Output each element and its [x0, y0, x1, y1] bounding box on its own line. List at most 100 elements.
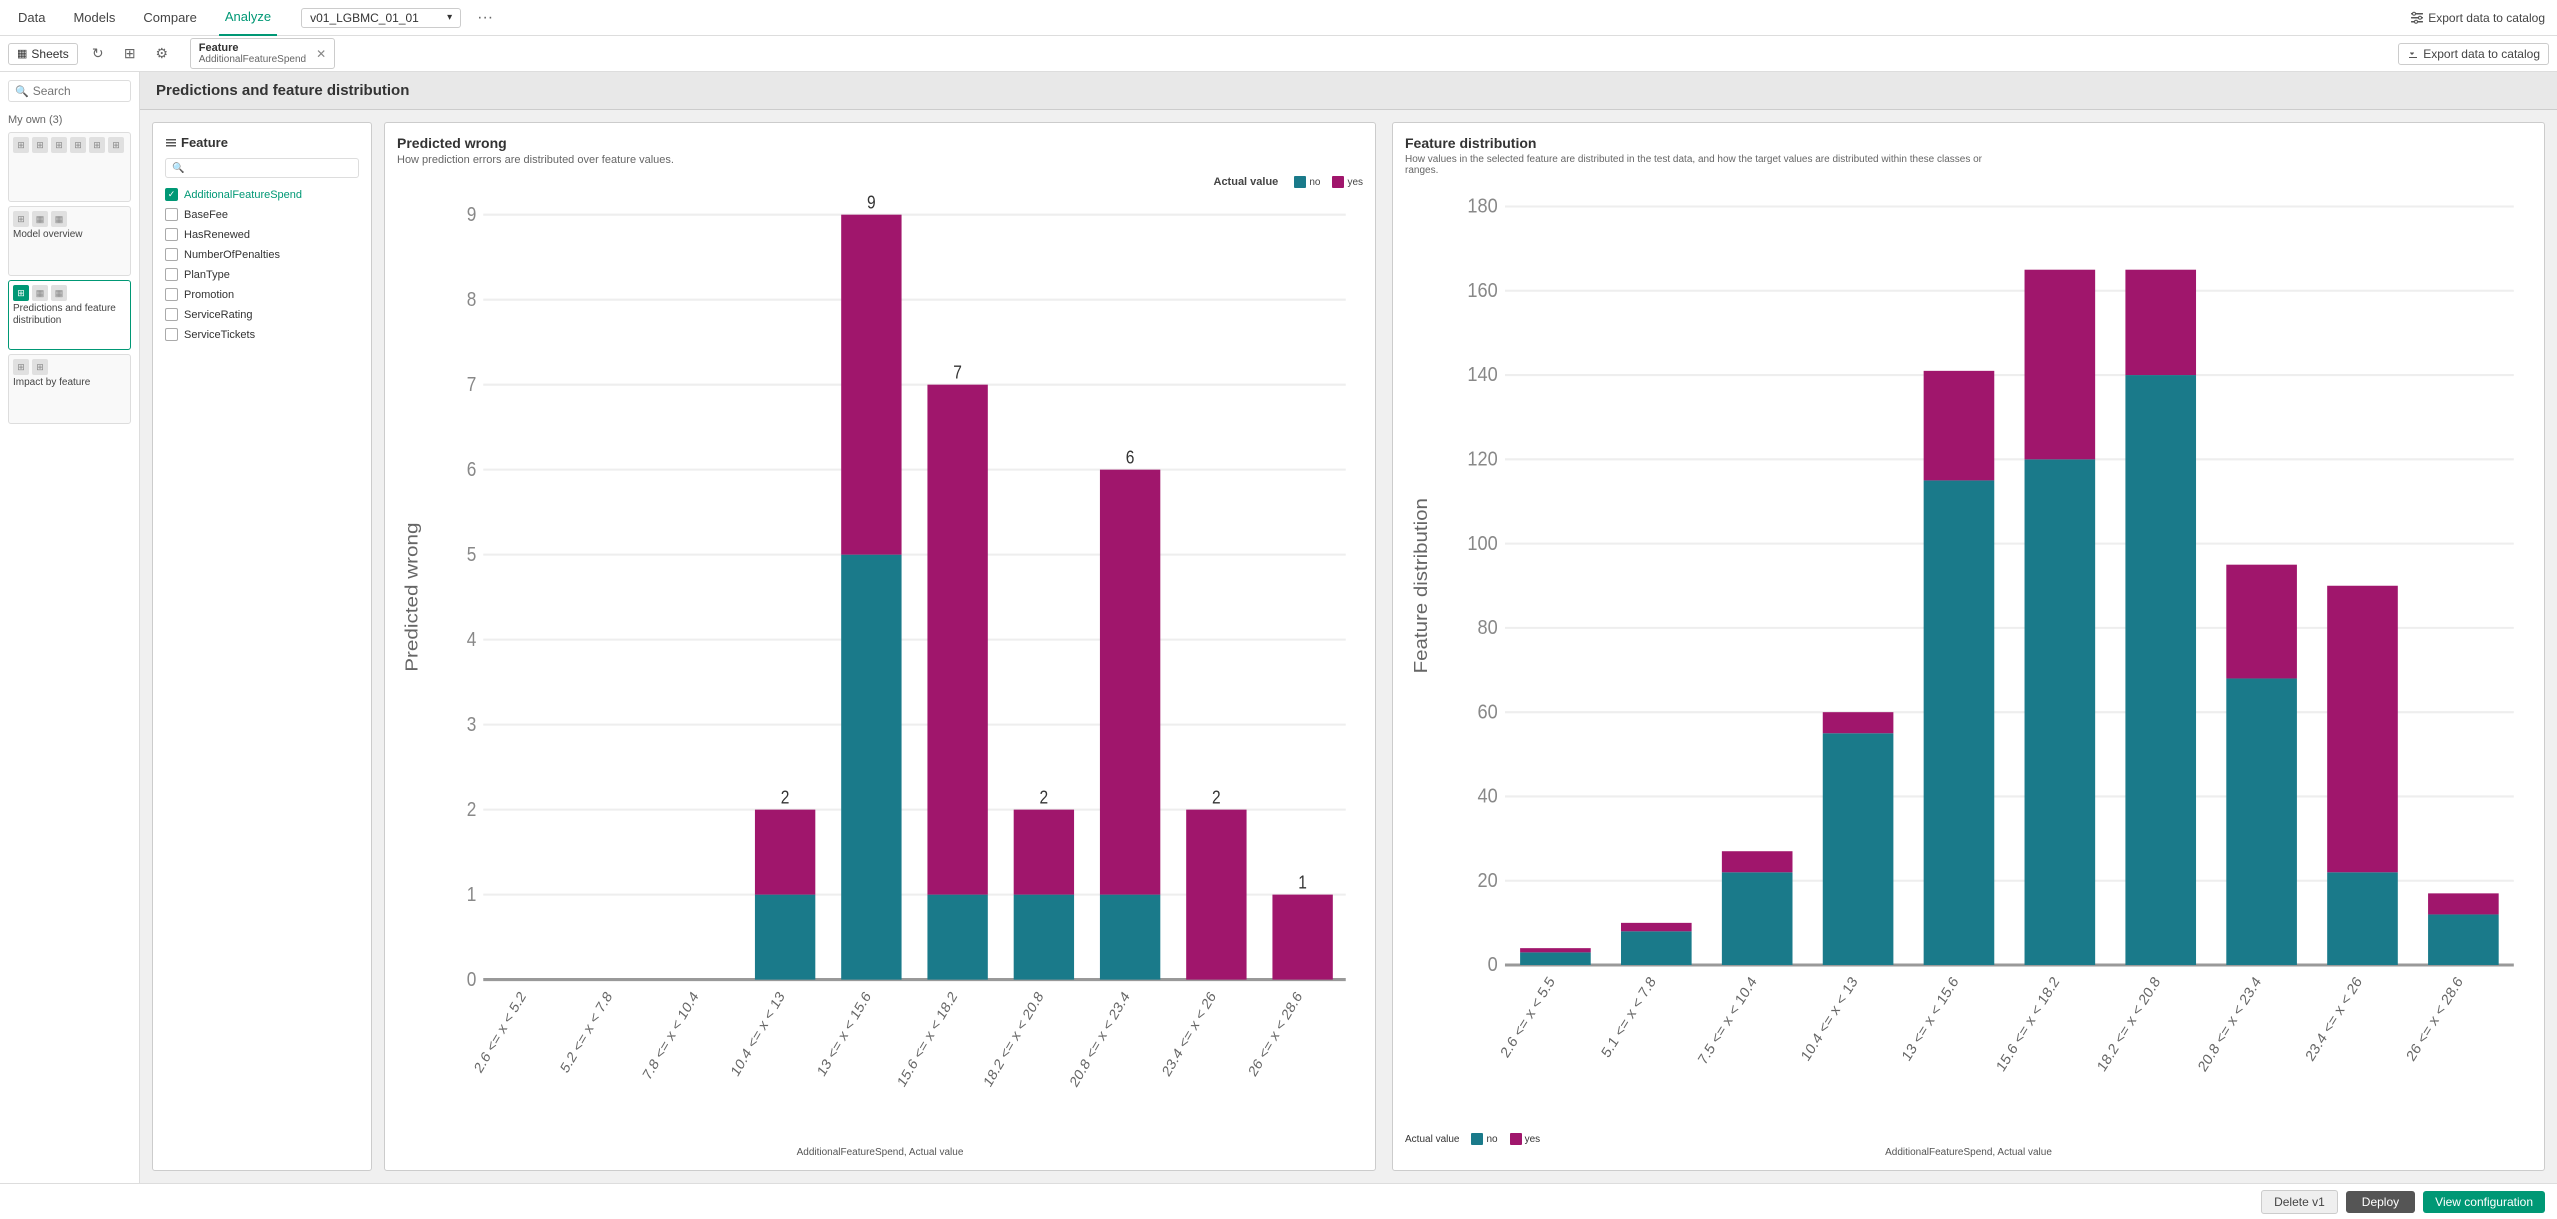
- model-selector-arrow: ▾: [447, 12, 452, 23]
- second-bar: ▦ Sheets ↻ ⊞ ⚙ Feature AdditionalFeature…: [0, 36, 2557, 72]
- svg-text:3: 3: [467, 713, 477, 736]
- svg-text:20: 20: [1477, 869, 1497, 892]
- view-config-label: Export data to catalog: [2428, 11, 2545, 25]
- svg-text:23.4 <= x < 26: 23.4 <= x < 26: [1160, 989, 1220, 1081]
- card-model-overview[interactable]: ⊞ ▦ ▦ Model overview: [8, 206, 131, 276]
- svg-text:18.2 <= x < 20.8: 18.2 <= x < 20.8: [2095, 974, 2164, 1075]
- feature-checkbox: [165, 248, 178, 261]
- feature-checkbox: ✓: [165, 188, 178, 201]
- svg-text:18.2 <= x < 20.8: 18.2 <= x < 20.8: [981, 989, 1047, 1091]
- feature-item[interactable]: ServiceRating: [165, 306, 359, 323]
- card-impact[interactable]: ⊞ ⊞ Impact by feature: [8, 354, 131, 424]
- search-box[interactable]: 🔍: [8, 80, 131, 102]
- predicted-wrong-title: Predicted wrong: [397, 135, 1363, 151]
- model-selector[interactable]: v01_LGBMC_01_01 ▾: [301, 8, 461, 28]
- card-icon: ⊞: [13, 359, 29, 375]
- feature-distribution-panel: Feature distribution How values in the s…: [1392, 122, 2545, 1171]
- card-icon-puzzle: ⊞: [32, 359, 48, 375]
- refresh-icon[interactable]: ↻: [86, 42, 110, 66]
- more-options[interactable]: ···: [477, 9, 493, 27]
- svg-text:8: 8: [467, 288, 477, 311]
- svg-text:26 <= x < 28.6: 26 <= x < 28.6: [2404, 974, 2466, 1065]
- card-predictions-label: Predictions and feature distribution: [13, 303, 126, 327]
- feature-name: HasRenewed: [184, 229, 250, 241]
- svg-text:10.4 <= x < 13: 10.4 <= x < 13: [1799, 974, 1861, 1065]
- svg-text:2.6 <= x < 5.5: 2.6 <= x < 5.5: [1498, 974, 1558, 1061]
- feature-tab-subtitle: AdditionalFeatureSpend: [199, 54, 306, 65]
- legend-swatch-no: [1294, 176, 1306, 188]
- card-icon-bar2: ▦: [51, 285, 67, 301]
- svg-text:13 <= x < 15.6: 13 <= x < 15.6: [1900, 974, 1962, 1065]
- feature-tab-content: Feature AdditionalFeatureSpend: [199, 42, 306, 65]
- card-icon: ⊞: [108, 137, 124, 153]
- feature-name: PlanType: [184, 269, 230, 281]
- view-configuration-green-button[interactable]: View configuration: [2423, 1191, 2545, 1213]
- export-label: Export data to catalog: [2423, 47, 2540, 61]
- nav-analyze[interactable]: Analyze: [219, 0, 277, 36]
- feature-dist-chart-area: 020406080100120140160180Feature distribu…: [1405, 186, 2532, 1129]
- svg-text:2: 2: [467, 798, 477, 821]
- svg-text:2.6 <= x < 5.2: 2.6 <= x < 5.2: [472, 989, 529, 1077]
- card-1[interactable]: ⊞ ⊞ ⊞ ⊞ ⊞ ⊞: [8, 132, 131, 202]
- feature-tab-close[interactable]: ✕: [316, 47, 326, 61]
- card-4-icons: ⊞ ⊞: [13, 359, 126, 375]
- sheets-button[interactable]: ▦ Sheets: [8, 43, 78, 65]
- svg-text:1: 1: [1298, 871, 1307, 893]
- feature-tab-title: Feature: [199, 42, 306, 54]
- card-3-icons: ⊞ ▦ ▦: [13, 285, 126, 301]
- legend-label-yes: yes: [1347, 177, 1363, 188]
- fd-swatch-yes: [1510, 1133, 1522, 1145]
- card-icon-bar: ▦: [32, 211, 48, 227]
- feature-panel: Feature 🔍 ✓ AdditionalFeatureSpend BaseFee…: [152, 122, 372, 1171]
- svg-text:0: 0: [467, 968, 477, 991]
- svg-text:Predicted wrong: Predicted wrong: [403, 523, 422, 672]
- svg-text:7: 7: [467, 373, 477, 396]
- view-configuration-button[interactable]: Export data to catalog: [2410, 11, 2545, 25]
- svg-text:15.6 <= x < 18.2: 15.6 <= x < 18.2: [1994, 974, 2063, 1075]
- predicted-wrong-legend: Actual value no yes: [397, 176, 1363, 188]
- card-icon-bar2: ▦: [51, 211, 67, 227]
- svg-text:23.4 <= x < 26: 23.4 <= x < 26: [2303, 974, 2365, 1065]
- feature-item[interactable]: PlanType: [165, 266, 359, 283]
- feature-name: BaseFee: [184, 209, 228, 221]
- fd-label-yes: yes: [1525, 1134, 1541, 1145]
- fd-swatch-no: [1471, 1133, 1483, 1145]
- layout-icon[interactable]: ⊞: [118, 42, 142, 66]
- svg-text:Feature distribution: Feature distribution: [1411, 498, 1432, 673]
- feature-item[interactable]: ServiceTickets: [165, 326, 359, 343]
- feature-panel-title: Feature: [165, 135, 359, 150]
- nav-models[interactable]: Models: [67, 0, 121, 36]
- feature-item[interactable]: Promotion: [165, 286, 359, 303]
- feature-dist-legend: Actual value no yes: [1405, 1133, 2532, 1145]
- card-icon: ⊞: [13, 211, 29, 227]
- fd-legend-yes: yes: [1510, 1133, 1541, 1145]
- nav-compare[interactable]: Compare: [137, 0, 202, 36]
- card-1-icons: ⊞ ⊞ ⊞ ⊞ ⊞ ⊞: [13, 137, 126, 153]
- feature-item[interactable]: HasRenewed: [165, 226, 359, 243]
- legend-label-no: no: [1309, 177, 1320, 188]
- feature-item[interactable]: ✓ AdditionalFeatureSpend: [165, 186, 359, 203]
- feature-search-input[interactable]: [188, 162, 352, 174]
- feature-name: NumberOfPenalties: [184, 249, 280, 261]
- svg-text:5.1 <= x < 7.8: 5.1 <= x < 7.8: [1599, 974, 1659, 1061]
- svg-text:2: 2: [781, 786, 790, 808]
- feature-item[interactable]: NumberOfPenalties: [165, 246, 359, 263]
- feature-name: AdditionalFeatureSpend: [184, 189, 302, 201]
- search-input[interactable]: [33, 84, 124, 98]
- feature-tab[interactable]: Feature AdditionalFeatureSpend ✕: [190, 38, 335, 69]
- settings-small-icon[interactable]: ⚙: [150, 42, 174, 66]
- export-button[interactable]: Export data to catalog: [2398, 43, 2549, 65]
- nav-data[interactable]: Data: [12, 0, 51, 36]
- feature-item[interactable]: BaseFee: [165, 206, 359, 223]
- svg-text:13 <= x < 15.6: 13 <= x < 15.6: [815, 989, 875, 1081]
- second-bar-right: Export data to catalog: [2398, 43, 2549, 65]
- feature-search[interactable]: 🔍: [165, 158, 359, 178]
- card-predictions[interactable]: ⊞ ▦ ▦ Predictions and feature distributi…: [8, 280, 131, 350]
- delete-button[interactable]: Delete v1: [2261, 1190, 2338, 1214]
- sheet-cards: ⊞ ⊞ ⊞ ⊞ ⊞ ⊞ ⊞ ▦ ▦ Model overview ⊞: [0, 128, 139, 428]
- deploy-button[interactable]: Deploy: [2346, 1191, 2415, 1213]
- card-icon: ⊞: [13, 137, 29, 153]
- svg-text:120: 120: [1467, 447, 1498, 470]
- feature-checkbox: [165, 328, 178, 341]
- feature-dist-svg: 020406080100120140160180Feature distribu…: [1405, 186, 2532, 1129]
